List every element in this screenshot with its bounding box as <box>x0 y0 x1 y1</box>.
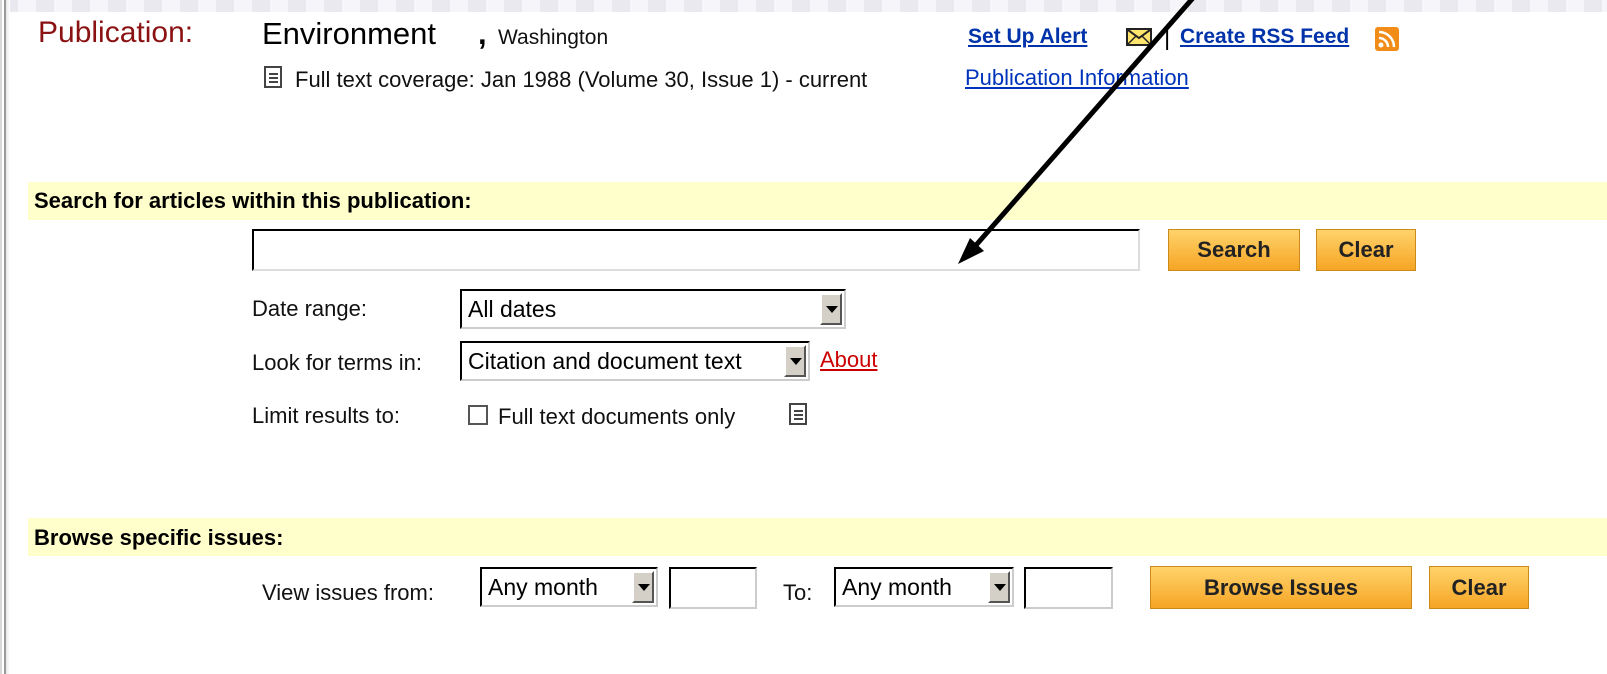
annotation-arrow <box>958 0 1195 264</box>
